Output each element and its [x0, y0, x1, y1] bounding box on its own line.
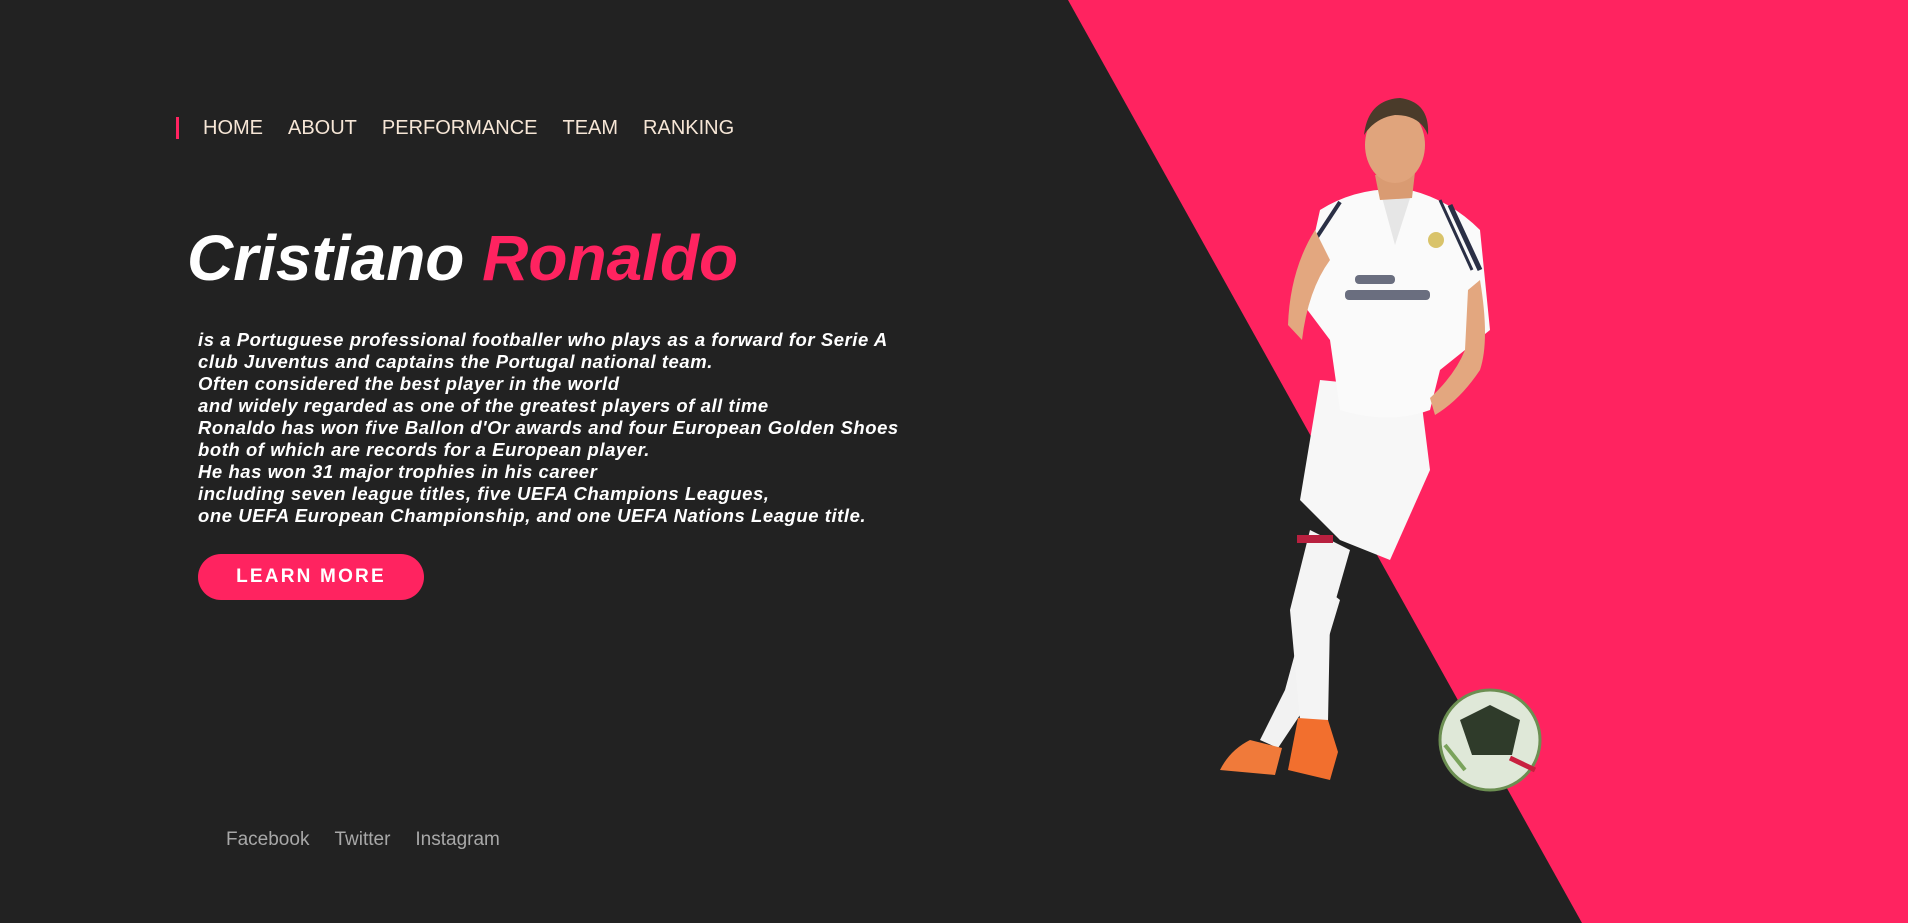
- description-line: both of which are records for a European…: [198, 439, 650, 460]
- player-photo: [1220, 98, 1542, 792]
- social-links: Facebook Twitter Instagram: [226, 829, 525, 851]
- social-link-twitter[interactable]: Twitter: [334, 829, 390, 851]
- nav-item-home[interactable]: HOME: [203, 117, 263, 140]
- hero-description: is a Portuguese professional footballer …: [198, 329, 978, 527]
- nav-item-about[interactable]: ABOUT: [288, 117, 357, 140]
- description-line: and widely regarded as one of the greate…: [198, 395, 769, 416]
- hero-page: HOME ABOUT PERFORMANCE TEAM RANKING Cris…: [0, 0, 1908, 923]
- learn-more-button[interactable]: LEARN MORE: [198, 554, 424, 600]
- description-line: including seven league titles, five UEFA…: [198, 483, 770, 504]
- nav-item-performance[interactable]: PERFORMANCE: [382, 117, 538, 140]
- description-line: Ronaldo has won five Ballon d'Or awards …: [198, 417, 899, 438]
- soccer-ball-icon: [1438, 688, 1542, 792]
- page-title: Cristiano Ronaldo: [187, 220, 738, 296]
- social-link-instagram[interactable]: Instagram: [415, 829, 499, 851]
- title-first-name: Cristiano: [187, 222, 465, 294]
- nav-item-team[interactable]: TEAM: [562, 117, 618, 140]
- description-line: He has won 31 major trophies in his care…: [198, 461, 598, 482]
- description-line: club Juventus and captains the Portugal …: [198, 351, 713, 372]
- description-line: is a Portuguese professional footballer …: [198, 329, 888, 350]
- title-last-name: Ronaldo: [482, 222, 739, 294]
- main-nav: HOME ABOUT PERFORMANCE TEAM RANKING: [176, 115, 759, 141]
- social-link-facebook[interactable]: Facebook: [226, 829, 309, 851]
- description-line: Often considered the best player in the …: [198, 373, 620, 394]
- description-line: one UEFA European Championship, and one …: [198, 505, 867, 526]
- nav-item-ranking[interactable]: RANKING: [643, 117, 734, 140]
- nav-accent-bar: [176, 117, 179, 139]
